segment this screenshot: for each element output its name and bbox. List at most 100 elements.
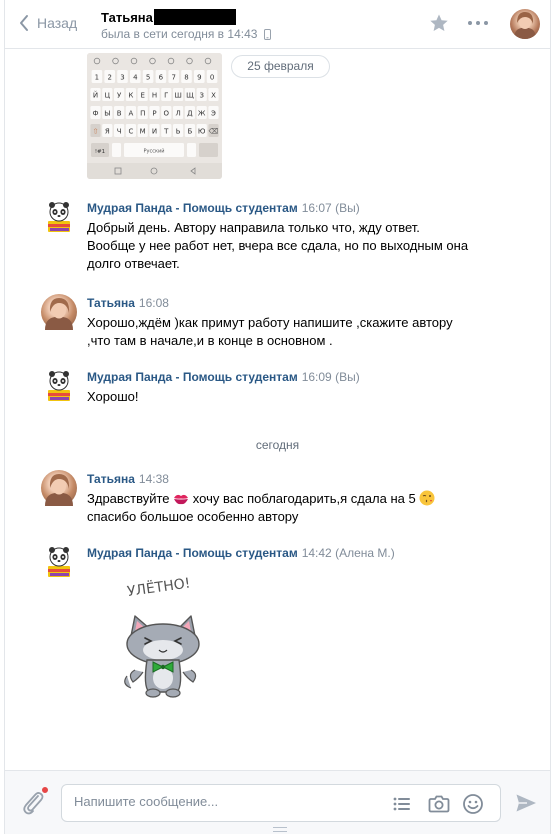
message-time[interactable]: 14:42 (Алена М.) [302,546,395,560]
day-separator: сегодня [255,438,300,452]
message-time[interactable]: 14:38 [139,472,169,486]
keyboard-shift-glyph: ⇧ [93,128,99,136]
message-line: Здравствуйте хочу вас поблагодарить,я сд… [87,490,517,508]
chat-window: Назад Татьяна была в сети сегодня в 14:4… [4,0,551,834]
message-text: Добрый день. Автору направила только что… [87,219,517,273]
keyboard-backspace-glyph: ⌫ [209,128,219,136]
message-header: Мудрая Панда - Помощь студентам 16:07 (Вы… [87,201,360,215]
message-author[interactable]: Татьяна [87,472,135,486]
keyboard-key-label: 0 [210,74,214,82]
message-header: Мудрая Панда - Помощь студентам 14:42 (Ал… [87,546,395,560]
keyboard-key-label: Е [140,92,144,100]
message-line: Хорошо,ждём )как примут работу напишите … [87,315,453,330]
keyboard-key-label: Р [152,110,156,118]
keyboard-key-label: Т [163,128,169,136]
message-author[interactable]: Татьяна [87,296,135,310]
keyboard-key-label: Щ [186,92,194,100]
keyboard-key-label: Я [105,128,110,136]
template-list-icon[interactable] [392,794,412,814]
message-fragment: Здравствуйте [87,491,170,506]
keyboard-comma-key [112,143,121,157]
keyboard-key-label: К [128,92,133,100]
date-pill[interactable]: 25 февраля [231,55,330,78]
keyboard-enter-key [199,143,218,157]
message-line: Хорошо! [87,389,139,404]
message-fragment: хочу вас поблагодарить,я сдала на 5 [192,491,416,506]
peer-name[interactable]: Татьяна [101,9,236,25]
keyboard-key-label: О [164,110,170,118]
redaction-bar [153,9,236,25]
keyboard-key-label: Ш [174,92,182,100]
message-header: Татьяна 14:38 [87,472,169,486]
keyboard-key-label: И [152,128,157,136]
panda-avatar[interactable] [41,199,77,235]
message-line: Добрый день. Автору направила только что… [87,220,420,235]
keyboard-key-label: Ы [104,110,110,118]
message-line: спасибо большое особенно автору [87,509,299,524]
send-icon[interactable] [515,793,537,813]
panda-avatar[interactable] [41,368,77,404]
emoji-smile-icon[interactable] [462,793,484,815]
mobile-phone-icon [264,28,272,40]
keyboard-key-label: Г [164,92,168,100]
kiss-lips-icon [174,494,189,505]
keyboard-key-label: 1 [95,74,99,82]
message-time[interactable]: 16:09 (Вы) [302,370,360,384]
star-icon[interactable] [429,13,449,33]
peer-name-text: Татьяна [101,9,153,25]
message-author[interactable]: Мудрая Панда - Помощь студентам [87,370,298,384]
message-line: долго отвечает. [87,256,180,271]
camera-icon[interactable] [428,794,450,814]
user-avatar[interactable] [41,470,77,506]
chevron-left-icon [20,15,28,31]
keyboard-space-label: Русский [144,148,165,155]
keyboard-key-label: П [140,110,145,118]
keyboard-key-label: Ч [117,128,122,136]
keyboard-key-label: Д [187,110,193,118]
message-line: ,что там в начале,и в конце в основном . [87,333,333,348]
keyboard-period-key [187,143,196,157]
sticker-caption: УЛЁТНО! [126,574,192,600]
message-composer [5,770,550,834]
resize-grip[interactable] [273,827,287,832]
keyboard-key-label: Ж [198,110,206,118]
keyboard-key-label: 8 [184,74,188,82]
keyboard-key-label: У [117,92,122,100]
message-author[interactable]: Мудрая Панда - Помощь студентам [87,546,298,560]
peer-avatar[interactable] [510,9,540,39]
more-options-icon[interactable] [467,15,489,31]
message-input[interactable] [74,794,374,809]
keyboard-key-label: Ь [176,128,181,136]
user-avatar[interactable] [41,294,77,330]
keyboard-screenshot-image[interactable]: 1 2 3 4 5 6 7 8 9 0 Й Ц У К Е Н Г Ш Щ З Х Ф Ы В А П Р О Л Д Ж Э ⇧ Я Ч С М И Т Ь… [87,53,222,179]
keyboard-key-label: А [129,110,134,118]
message-author[interactable]: Мудрая Панда - Помощь студентам [87,201,298,215]
keyboard-key-label: М [140,128,146,136]
chat-header: Назад Татьяна была в сети сегодня в 14:4… [5,0,550,49]
face-blowing-kiss-icon [419,490,435,506]
cat-sticker[interactable]: УЛЁТНО! [117,573,207,702]
message-time[interactable]: 16:08 [139,296,169,310]
keyboard-key-label: Й [93,91,98,100]
keyboard-key-label: Н [152,92,157,100]
keyboard-mode-label: !#1 [95,149,105,155]
keyboard-key-label: Ю [198,128,206,136]
peer-status: была в сети сегодня в 14:43 [101,27,272,41]
message-time[interactable]: 16:07 (Вы) [302,201,360,215]
keyboard-key-label: Ф [92,110,98,118]
keyboard-key-label: 2 [107,74,111,82]
keyboard-key-label: З [199,92,204,100]
message-header: Татьяна 16:08 [87,296,169,310]
keyboard-key-label: 5 [146,74,150,82]
keyboard-key-label: С [128,128,133,136]
panda-avatar[interactable] [41,544,77,580]
back-label: Назад [37,15,78,31]
keyboard-key-label: Л [175,110,180,118]
back-button[interactable]: Назад [19,14,77,32]
keyboard-key-label: В [117,110,122,118]
keyboard-key-label: Х [211,92,216,100]
message-input-box[interactable] [61,784,501,822]
message-text: Хорошо,ждём )как примут работу напишите … [87,314,517,350]
peer-status-text: была в сети сегодня в 14:43 [101,27,258,41]
notification-dot [41,786,49,794]
